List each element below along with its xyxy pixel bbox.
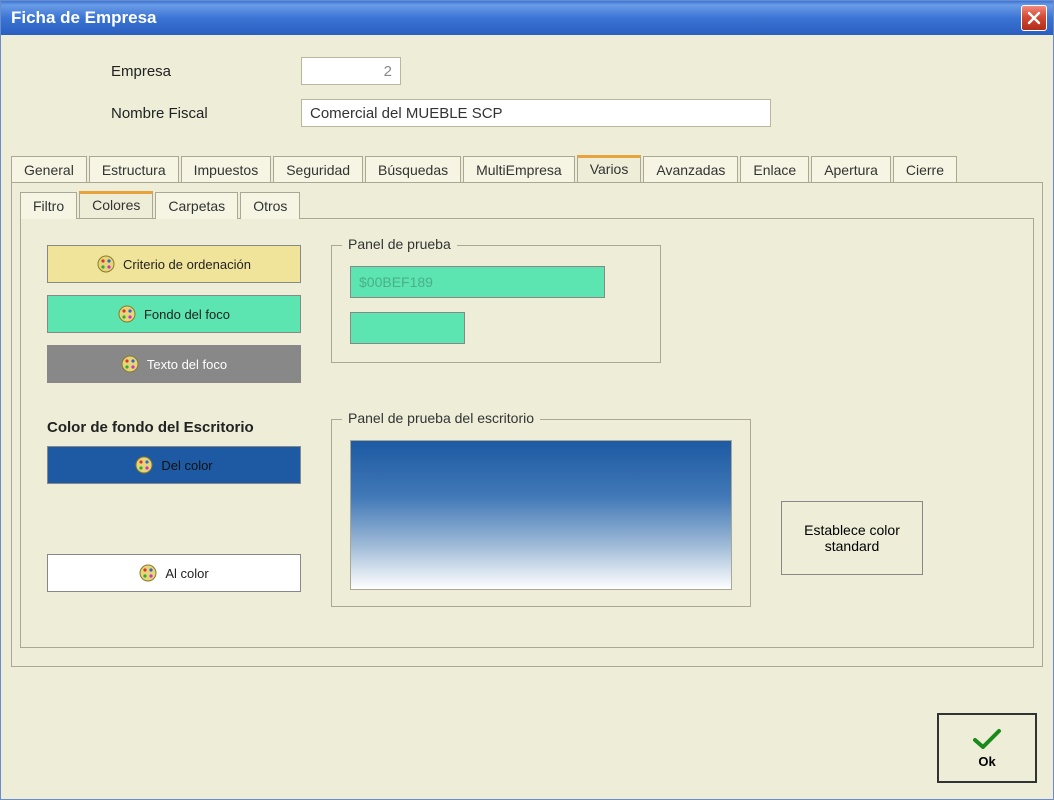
tab-seguridad[interactable]: Seguridad [273, 156, 363, 183]
close-button[interactable] [1021, 5, 1047, 31]
palette-icon [118, 305, 136, 323]
subtab-colores[interactable]: Colores [79, 191, 153, 218]
criterio-ordenacion-label: Criterio de ordenación [123, 257, 251, 272]
tab-cierre[interactable]: Cierre [893, 156, 957, 183]
fondo-del-foco-button[interactable]: Fondo del foco [47, 295, 301, 333]
palette-icon [121, 355, 139, 373]
criterio-ordenacion-button[interactable]: Criterio de ordenación [47, 245, 301, 283]
titlebar: Ficha de Empresa [1, 1, 1053, 35]
tab-impuestos[interactable]: Impuestos [181, 156, 272, 183]
sub-tabs: Filtro Colores Carpetas Otros [20, 191, 1034, 218]
header-area: Empresa 2 Nombre Fiscal Comercial del MU… [1, 35, 1053, 153]
checkmark-icon [972, 728, 1002, 750]
panel-prueba-swatch [350, 312, 465, 344]
tab-estructura[interactable]: Estructura [89, 156, 179, 183]
palette-icon [97, 255, 115, 273]
texto-del-foco-button[interactable]: Texto del foco [47, 345, 301, 383]
establece-color-standard-button[interactable]: Establece color standard [781, 501, 923, 575]
main-tabs: General Estructura Impuestos Seguridad B… [11, 153, 1043, 182]
subtab-panel-colores: Criterio de ordenación Fondo del foco Te… [20, 218, 1034, 648]
panel-prueba-escritorio-legend: Panel de prueba del escritorio [342, 410, 540, 426]
al-color-label: Al color [165, 566, 208, 581]
empresa-field[interactable]: 2 [301, 57, 401, 85]
color-fondo-escritorio-label: Color de fondo del Escritorio [47, 419, 301, 436]
window-frame: Ficha de Empresa Empresa 2 Nombre Fiscal… [0, 0, 1054, 800]
nombre-fiscal-field[interactable]: Comercial del MUEBLE SCP [301, 99, 771, 127]
ok-button[interactable]: Ok [937, 713, 1037, 783]
palette-icon [135, 456, 153, 474]
palette-icon [139, 564, 157, 582]
tab-enlace[interactable]: Enlace [740, 156, 809, 183]
window-title: Ficha de Empresa [11, 8, 157, 28]
del-color-label: Del color [161, 458, 212, 473]
main-tab-panel: Filtro Colores Carpetas Otros Criterio d… [11, 182, 1043, 667]
subtab-carpetas[interactable]: Carpetas [155, 192, 238, 219]
subtab-otros[interactable]: Otros [240, 192, 300, 219]
del-color-button[interactable]: Del color [47, 446, 301, 484]
ok-button-label: Ok [978, 754, 995, 769]
tab-apertura[interactable]: Apertura [811, 156, 891, 183]
texto-del-foco-label: Texto del foco [147, 357, 227, 372]
subtab-filtro[interactable]: Filtro [20, 192, 77, 219]
panel-prueba-value-field[interactable]: $00BEF189 [350, 266, 605, 298]
fondo-del-foco-label: Fondo del foco [144, 307, 230, 322]
panel-prueba-escritorio-group: Panel de prueba del escritorio [331, 419, 751, 607]
nombre-fiscal-label: Nombre Fiscal [111, 105, 301, 122]
tab-general[interactable]: General [11, 156, 87, 183]
panel-de-prueba-legend: Panel de prueba [342, 236, 457, 252]
close-icon [1027, 11, 1041, 25]
tab-busquedas[interactable]: Búsquedas [365, 156, 461, 183]
panel-de-prueba-group: Panel de prueba $00BEF189 [331, 245, 661, 363]
tab-avanzadas[interactable]: Avanzadas [643, 156, 738, 183]
tab-varios[interactable]: Varios [577, 155, 642, 182]
al-color-button[interactable]: Al color [47, 554, 301, 592]
tab-multiempresa[interactable]: MultiEmpresa [463, 156, 575, 183]
desktop-gradient-preview [350, 440, 732, 590]
empresa-label: Empresa [111, 63, 301, 80]
